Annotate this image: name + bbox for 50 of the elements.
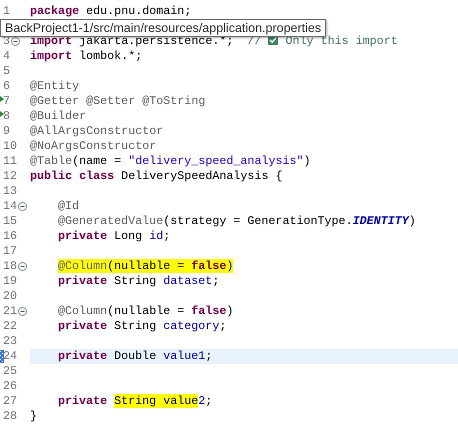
line-number: 11 [3,154,18,169]
code-line: @Table(name = "delivery_speed_analysis") [30,154,311,168]
code-line: private String category; [58,319,226,333]
collapse-icon[interactable] [18,307,28,316]
code-line: @NoArgsConstructor [30,139,156,153]
collapse-icon[interactable] [11,37,20,46]
line-number: 9 [3,124,10,139]
code-line: private Long id; [58,229,170,243]
code-line: private String dataset; [58,274,220,288]
line-number: 15 [3,214,18,229]
collapse-icon[interactable] [18,262,28,271]
code-line: @Column(nullable = false) [58,304,234,318]
code-line: private Double value1; [58,349,212,363]
code-line: import lombok.*; [30,49,142,63]
line-number: 27 [3,394,18,409]
code-line: @AllArgsConstructor [30,124,164,138]
line-number: 24 [3,349,18,364]
line-number: 23 [3,334,18,349]
line-number: 5 [3,64,10,79]
line-number: 25 [3,364,18,379]
line-number: 17 [3,244,18,259]
line-number: 6 [3,79,10,94]
line-number: 22 [3,319,18,334]
code-line: public class DeliverySpeedAnalysis { [30,169,282,183]
line-number: 14 [3,199,18,214]
line-number: 4 [3,49,10,64]
line-number: 28 [3,409,18,424]
code-line: private String value2; [58,394,212,408]
code-line: package edu.pnu.domain; [30,4,192,18]
line-number: 1 [3,4,10,19]
line-number: 7 [3,94,10,109]
line-number: 19 [3,274,18,289]
code-line: @GeneratedValue(strategy = GenerationType.IDENTITY) [58,214,416,228]
code-line: @Builder [30,109,86,123]
code-line: } [30,409,38,423]
line-number: 20 [3,289,18,304]
line-number: 12 [3,169,18,184]
line-number: 10 [3,139,18,154]
line-number: 13 [3,184,18,199]
code-line: @Getter @Setter @ToString [30,94,206,108]
tooltip: BackProject1-1/src/main/resources/application.properties [0,19,326,37]
collapse-icon[interactable] [18,202,28,211]
line-number: 18 [3,259,18,274]
line-number: 21 [3,304,18,319]
line-number: 16 [3,229,18,244]
code-line: @Entity [30,79,80,93]
code-line: @Column(nullable = false) [58,259,234,273]
line-number: 8 [3,109,10,124]
line-number: 26 [3,379,18,394]
code-line: @Id [58,199,80,213]
